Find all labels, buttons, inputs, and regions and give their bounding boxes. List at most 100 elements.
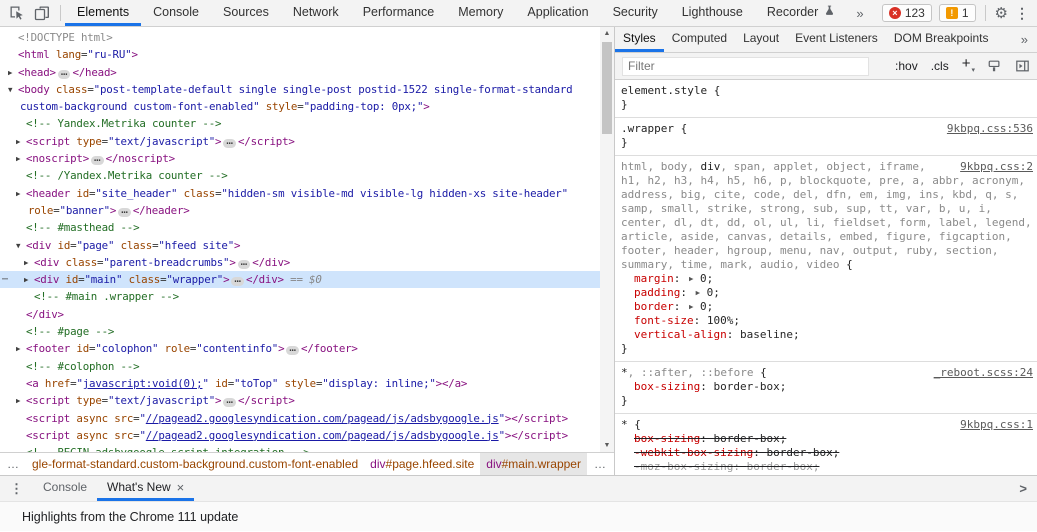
css-property-value[interactable]: 0 (700, 300, 707, 313)
expand-arrow-icon[interactable]: ▶ (16, 150, 26, 167)
css-declaration[interactable]: -moz-box-sizing: border-box; (621, 460, 1033, 474)
css-declaration[interactable]: margin: ▶ 0; (621, 272, 1033, 286)
expand-arrow-icon[interactable]: ▶ (8, 64, 18, 81)
rule-selector[interactable]: 9kbpq.css:2html, body, div, span, applet… (621, 160, 1033, 174)
dom-tree-row[interactable]: <!-- Yandex.Metrika counter --> (0, 115, 600, 132)
css-declaration[interactable]: vertical-align: baseline; (621, 328, 1033, 342)
css-property-name[interactable]: box-sizing (634, 432, 700, 445)
rule-selector[interactable]: footer, header, hgroup, menu, nav, outpu… (621, 244, 1033, 258)
expand-inline-icon[interactable]: … (238, 260, 251, 269)
dom-tree-row[interactable]: ▶<head>…</head> (0, 64, 600, 81)
expand-arrow-icon[interactable]: ▶ (16, 392, 26, 409)
paint-roller-icon[interactable] (987, 59, 1002, 73)
css-property-name[interactable]: box-sizing (634, 380, 700, 393)
expand-inline-icon[interactable]: … (118, 208, 131, 217)
element-classes-button[interactable]: .cls (931, 59, 949, 73)
css-property-value[interactable]: border-box (766, 446, 832, 459)
expand-inline-icon[interactable]: … (231, 277, 244, 286)
sidebar-tab-styles[interactable]: Styles (615, 27, 664, 52)
tab-network[interactable]: Network (281, 0, 351, 26)
stylesheet-link[interactable]: 9kbpq.css:536 (947, 122, 1033, 136)
expand-arrow-icon[interactable]: ▶ (24, 271, 34, 288)
breadcrumb-item[interactable]: div#page.hfeed.site (364, 453, 480, 475)
stylesheet-link[interactable]: _reboot.scss:24 (934, 366, 1033, 380)
inspect-element-icon[interactable] (9, 5, 25, 21)
more-sidebar-tabs-button[interactable]: » (1012, 27, 1037, 52)
breadcrumb-overflow[interactable]: … (0, 453, 26, 475)
scrollbar-thumb[interactable] (602, 42, 612, 134)
new-style-rule-button[interactable]: +▾ (962, 59, 974, 72)
sidebar-tab-computed[interactable]: Computed (664, 27, 735, 52)
scroll-up-icon[interactable]: ▲ (600, 27, 614, 40)
expand-value-icon[interactable]: ▶ (687, 302, 700, 311)
css-property-value[interactable]: border-box (747, 460, 813, 473)
css-property-value[interactable]: border-box (713, 432, 779, 445)
css-property-value[interactable]: border-box (713, 380, 779, 393)
dom-tree-row[interactable]: <script async src="//pagead2.googlesyndi… (0, 427, 600, 444)
rule-selector[interactable]: 9kbpq.css:536.wrapper { (621, 122, 1033, 136)
dom-tree-row[interactable]: ⋯▶<div id="main" class="wrapper">…</div>… (0, 271, 600, 288)
css-property-name[interactable]: -moz-box-sizing (634, 460, 733, 473)
dom-tree-row[interactable]: <!-- #colophon --> (0, 358, 600, 375)
close-tab-icon[interactable]: × (177, 480, 185, 495)
collapse-arrow-icon[interactable]: ▼ (16, 237, 26, 254)
rule-selector[interactable]: _reboot.scss:24*, ::after, ::before { (621, 366, 1033, 380)
tab-elements[interactable]: Elements (65, 0, 141, 26)
expand-inline-icon[interactable]: … (223, 398, 236, 407)
css-declaration[interactable]: border: ▶ 0; (621, 300, 1033, 314)
collapse-arrow-icon[interactable]: ▼ (8, 81, 18, 98)
scroll-down-icon[interactable]: ▼ (600, 439, 614, 452)
sidebar-tab-layout[interactable]: Layout (735, 27, 787, 52)
expand-arrow-icon[interactable]: ▶ (24, 254, 34, 271)
dom-tree-row[interactable]: ▼<body class="post-template-default sing… (0, 81, 600, 98)
expand-inline-icon[interactable]: … (91, 156, 104, 165)
drawer-tab-console[interactable]: Console (33, 476, 97, 501)
settings-gear-icon[interactable]: ⚙ (995, 4, 1008, 22)
sidebar-tab-event-listeners[interactable]: Event Listeners (787, 27, 886, 52)
drawer-expand-icon[interactable]: > (1009, 476, 1037, 501)
dom-tree-row[interactable]: ▼<div id="page" class="hfeed site"> (0, 237, 600, 254)
css-property-value[interactable]: 0 (700, 272, 707, 285)
expand-value-icon[interactable]: ▶ (694, 288, 707, 297)
expand-arrow-icon[interactable]: ▶ (16, 340, 26, 357)
dom-tree-row[interactable]: ▶<noscript>…</noscript> (0, 150, 600, 167)
expand-inline-icon[interactable]: … (58, 70, 71, 79)
dom-tree-row[interactable]: <!-- #main .wrapper --> (0, 288, 600, 305)
dom-tree-row[interactable]: custom-background custom-font-enabled" s… (0, 98, 600, 115)
rule-selector[interactable]: h1, h2, h3, h4, h5, h6, p, blockquote, p… (621, 174, 1033, 188)
dom-tree-row[interactable]: <!-- BEGIN adsbygoogle script integratio… (0, 444, 600, 452)
toggle-element-state-button[interactable]: :hov (895, 59, 918, 73)
tab-sources[interactable]: Sources (211, 0, 281, 26)
breadcrumb-item[interactable]: div#main.wrapper (480, 453, 587, 475)
dom-tree-row[interactable]: ▶<script type="text/javascript">…</scrip… (0, 392, 600, 409)
expand-value-icon[interactable]: ▶ (687, 274, 700, 283)
customize-devtools-icon[interactable]: ⋮ (1015, 5, 1029, 22)
tab-application[interactable]: Application (515, 0, 600, 26)
dom-tree-row[interactable]: ▶<footer id="colophon" role="contentinfo… (0, 340, 600, 357)
css-declaration[interactable]: box-sizing: border-box; (621, 432, 1033, 446)
drawer-tab-what-s-new[interactable]: What's New× (97, 476, 194, 501)
more-panels-button[interactable]: » (848, 0, 871, 26)
rule-selector[interactable]: address, big, cite, code, del, dfn, em, … (621, 188, 1033, 202)
dom-tree-scrollbar[interactable]: ▲ ▼ (600, 27, 614, 452)
expand-arrow-icon[interactable]: ▶ (16, 133, 26, 150)
breadcrumb-overflow[interactable]: … (587, 453, 613, 475)
css-property-name[interactable]: margin (634, 272, 674, 285)
expand-arrow-icon[interactable]: ▶ (16, 185, 26, 202)
dom-tree-row[interactable]: <a href="javascript:void(0);" id="toTop"… (0, 375, 600, 392)
css-property-name[interactable]: vertical-align (634, 328, 727, 341)
error-badge[interactable]: × 123 (882, 4, 932, 22)
dom-tree-row[interactable]: <!-- /Yandex.Metrika counter --> (0, 167, 600, 184)
device-toolbar-icon[interactable] (34, 5, 50, 21)
dom-tree-row[interactable]: ▶<script type="text/javascript">…</scrip… (0, 133, 600, 150)
css-declaration[interactable]: padding: ▶ 0; (621, 286, 1033, 300)
dom-tree-row[interactable]: <!-- #masthead --> (0, 219, 600, 236)
tab-lighthouse[interactable]: Lighthouse (670, 0, 755, 26)
stylesheet-link[interactable]: 9kbpq.css:2 (960, 160, 1033, 174)
dom-tree-row[interactable]: <!-- #page --> (0, 323, 600, 340)
rule-selector[interactable]: center, dl, dt, dd, ol, ul, li, fieldset… (621, 216, 1033, 230)
dom-tree-row[interactable]: </div> (0, 306, 600, 323)
rule-selector[interactable]: 9kbpq.css:1* { (621, 418, 1033, 432)
stylesheet-link[interactable]: 9kbpq.css:1 (960, 418, 1033, 432)
rule-selector[interactable]: article, aside, canvas, details, embed, … (621, 230, 1033, 244)
